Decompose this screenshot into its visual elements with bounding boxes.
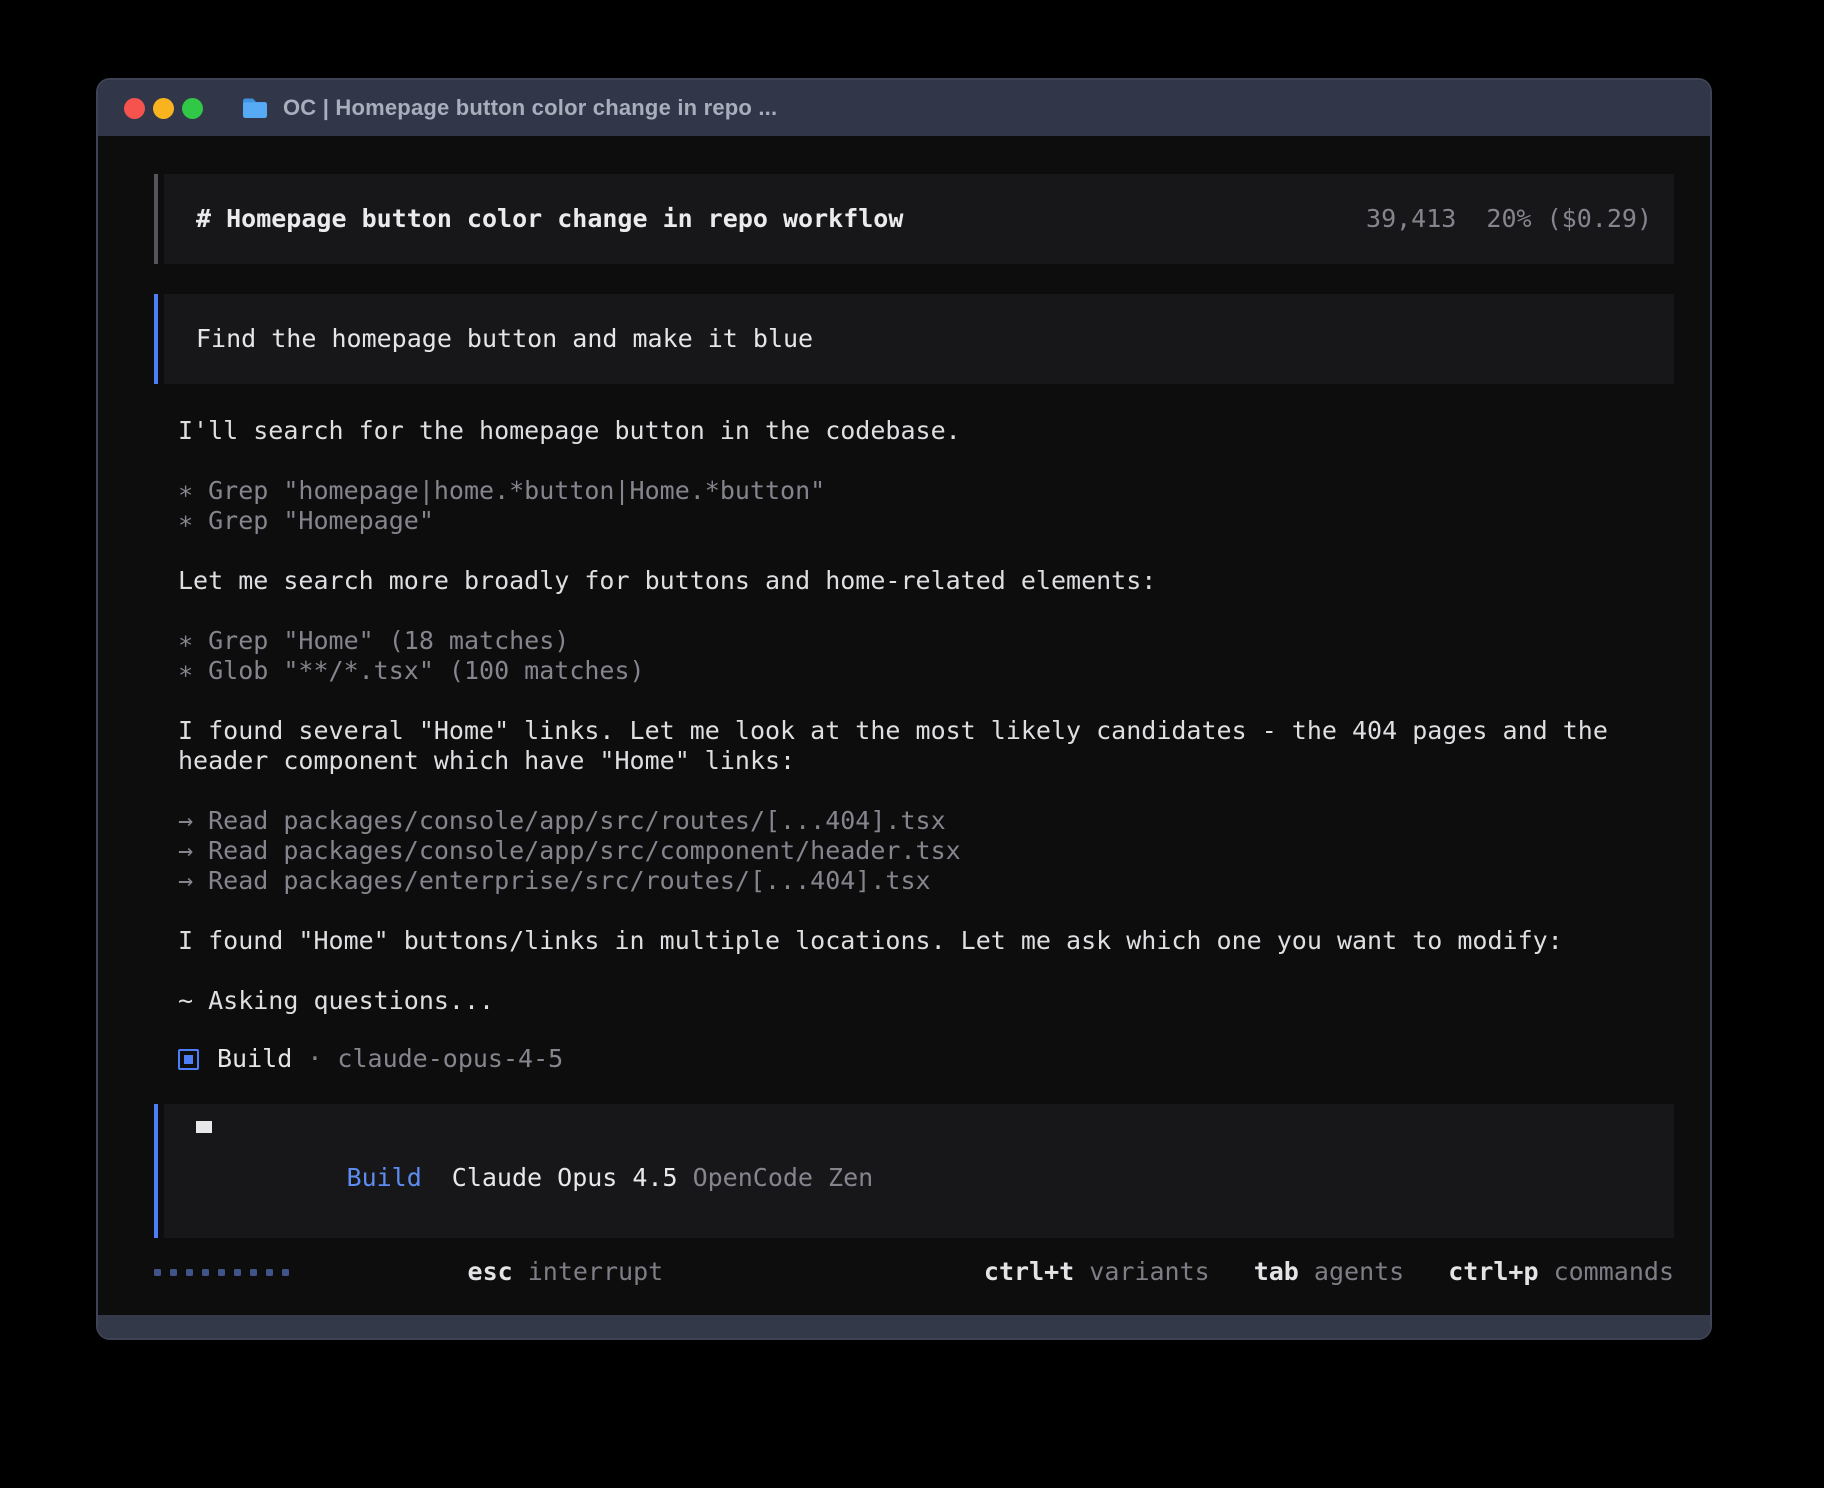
- provider-name: OpenCode Zen: [693, 1163, 874, 1192]
- agent-badge-icon: [178, 1049, 199, 1070]
- agent-mode-label[interactable]: Build: [347, 1163, 422, 1192]
- close-button[interactable]: [124, 98, 145, 119]
- session-stats: 39,413 20% ($0.29): [1366, 204, 1652, 234]
- activity-dots-indicator: [154, 1269, 289, 1276]
- session-header: # Homepage button color change in repo w…: [154, 174, 1674, 264]
- tool-call-line: ∗ Grep "Homepage": [178, 506, 1674, 536]
- window-bottom-strip: [98, 1315, 1710, 1338]
- tool-call-group: → Read packages/console/app/src/routes/[…: [154, 806, 1674, 896]
- window-titlebar[interactable]: OC | Homepage button color change in rep…: [98, 80, 1710, 136]
- assistant-paragraph: I found "Home" buttons/links in multiple…: [154, 926, 1674, 956]
- maximize-button[interactable]: [182, 98, 203, 119]
- window-title: OC | Homepage button color change in rep…: [283, 95, 777, 121]
- esc-key-hint: esc: [468, 1257, 513, 1286]
- session-header-border: [154, 174, 158, 264]
- session-title: # Homepage button color change in repo w…: [196, 204, 903, 234]
- shortcut-variants: ctrl+t variants: [984, 1257, 1210, 1287]
- assistant-status-line: ~ Asking questions...: [154, 986, 1674, 1016]
- model-status-line: Build Claude Opus 4.5 OpenCode Zen: [196, 1133, 1674, 1223]
- tool-call-group: ∗ Grep "Home" (18 matches) ∗ Glob "**/*.…: [154, 626, 1674, 686]
- user-message-text: Find the homepage button and make it blu…: [196, 324, 813, 354]
- esc-key-label: interrupt: [513, 1257, 664, 1286]
- terminal-window: OC | Homepage button color change in rep…: [96, 78, 1712, 1340]
- model-name[interactable]: Claude Opus 4.5: [452, 1163, 678, 1192]
- agent-name: Build: [217, 1044, 292, 1074]
- folder-icon: [241, 96, 269, 120]
- tool-call-line: → Read packages/enterprise/src/routes/[.…: [178, 866, 1674, 896]
- shortcut-commands: ctrl+p commands: [1448, 1257, 1674, 1287]
- terminal-content: # Homepage button color change in repo w…: [98, 136, 1710, 1315]
- agent-badge-line: Build · claude-opus-4-5: [154, 1044, 1674, 1074]
- text-cursor[interactable]: [196, 1121, 212, 1133]
- tool-call-group: ∗ Grep "homepage|home.*button|Home.*butt…: [154, 476, 1674, 536]
- tool-call-line: → Read packages/console/app/src/routes/[…: [178, 806, 1674, 836]
- prompt-input-block[interactable]: Build Claude Opus 4.5 OpenCode Zen: [154, 1104, 1674, 1238]
- user-message-border: [154, 294, 158, 384]
- agent-model: claude-opus-4-5: [337, 1044, 563, 1074]
- tool-call-line: ∗ Grep "Home" (18 matches): [178, 626, 1674, 656]
- tool-call-line: ∗ Grep "homepage|home.*button|Home.*butt…: [178, 476, 1674, 506]
- assistant-paragraph: Let me search more broadly for buttons a…: [154, 566, 1674, 596]
- traffic-lights: [124, 98, 203, 119]
- agent-separator: ·: [292, 1044, 337, 1074]
- tool-call-line: → Read packages/console/app/src/componen…: [178, 836, 1674, 866]
- user-message-block: Find the homepage button and make it blu…: [154, 294, 1674, 384]
- status-bar: esc interrupt ctrl+t variants tab agents…: [154, 1257, 1674, 1287]
- shortcut-agents: tab agents: [1254, 1257, 1405, 1287]
- assistant-paragraph: I found several "Home" links. Let me loo…: [154, 716, 1674, 776]
- assistant-paragraph: I'll search for the homepage button in t…: [154, 416, 1674, 446]
- tool-call-line: ∗ Glob "**/*.tsx" (100 matches): [178, 656, 1674, 686]
- minimize-button[interactable]: [153, 98, 174, 119]
- prompt-input-border: [154, 1104, 158, 1238]
